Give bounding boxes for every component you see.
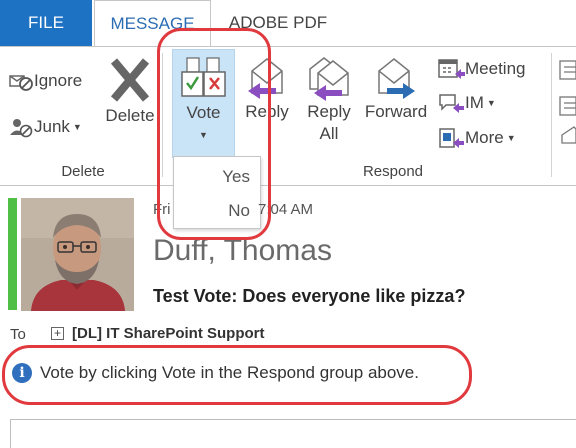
message-subject: Test Vote: Does everyone like pizza?: [153, 286, 466, 306]
status-bar: [8, 198, 17, 310]
delete-icon: [110, 58, 150, 102]
im-button[interactable]: IM ▼: [437, 89, 496, 117]
ribbon-tab-strip: FILE MESSAGE ADOBE PDF: [0, 0, 576, 47]
more-label: More: [465, 128, 504, 147]
quick-steps-icon[interactable]: [556, 57, 576, 167]
forward-label: Forward: [364, 102, 428, 121]
chevron-down-icon: ▼: [506, 133, 516, 143]
recipient-list[interactable]: [DL] IT SharePoint Support: [72, 325, 265, 342]
delete-label: Delete: [105, 106, 155, 125]
delete-button[interactable]: Delete: [102, 55, 158, 127]
group-separator: [551, 53, 552, 177]
im-label: IM: [465, 93, 484, 112]
vote-highlight-outline: [157, 28, 271, 240]
message-body[interactable]: [10, 419, 576, 448]
delete-group-label: Delete: [61, 163, 105, 180]
reply-all-label-line2: All: [319, 124, 339, 143]
sender-photo: [21, 198, 134, 311]
respond-group-label: Respond: [362, 163, 424, 180]
to-label: To: [10, 326, 26, 343]
expand-icon[interactable]: +: [51, 327, 64, 340]
ribbon: Ignore Junk ▼ Delete Delete Vote ▼ Reply…: [0, 46, 576, 186]
meeting-icon: [438, 59, 465, 79]
more-button[interactable]: More ▼: [437, 124, 516, 152]
reply-all-button[interactable]: Reply All: [298, 55, 360, 145]
chevron-down-icon: ▼: [72, 122, 82, 132]
meeting-label: Meeting: [465, 59, 526, 78]
junk-icon: [10, 119, 33, 138]
im-icon: [439, 94, 464, 113]
more-icon: [439, 128, 464, 148]
junk-button[interactable]: Junk ▼: [8, 113, 82, 141]
ignore-icon: [9, 75, 33, 91]
junk-label: Junk: [34, 117, 70, 136]
reply-all-icon: [309, 57, 349, 101]
forward-button[interactable]: Forward: [362, 55, 430, 123]
tab-file[interactable]: FILE: [0, 0, 92, 46]
chevron-down-icon: ▼: [486, 98, 496, 108]
ignore-label: Ignore: [34, 71, 83, 90]
reply-all-label-line1: Reply: [307, 102, 351, 121]
meeting-button[interactable]: Meeting: [437, 55, 525, 83]
infobar-highlight-outline: [2, 345, 472, 405]
ignore-button[interactable]: Ignore: [8, 67, 82, 95]
forward-icon: [378, 58, 415, 99]
